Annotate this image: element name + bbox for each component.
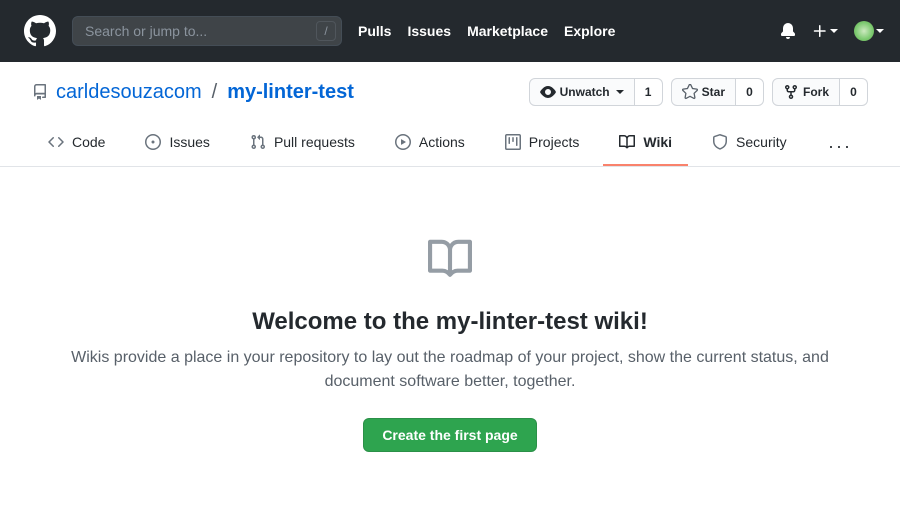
code-icon [48, 134, 64, 150]
project-icon [505, 134, 521, 150]
fork-icon [783, 84, 799, 100]
repo-icon [32, 84, 48, 100]
nav-issues[interactable]: Issues [407, 23, 451, 39]
notifications-button[interactable] [780, 23, 796, 39]
unwatch-button[interactable]: Unwatch [529, 78, 635, 106]
fork-count[interactable]: 0 [840, 78, 868, 106]
watch-count[interactable]: 1 [635, 78, 663, 106]
repo-actions: Unwatch 1 Star 0 Fork 0 [529, 78, 868, 106]
avatar [854, 21, 874, 41]
create-first-page-button[interactable]: Create the first page [363, 418, 536, 452]
repo-title: carldesouzacom / my-linter-test [32, 81, 354, 104]
nav-pulls[interactable]: Pulls [358, 23, 391, 39]
caret-down-icon [830, 29, 838, 33]
tab-issues[interactable]: Issues [129, 126, 225, 166]
primary-nav: Pulls Issues Marketplace Explore [358, 23, 615, 39]
nav-explore[interactable]: Explore [564, 23, 615, 39]
wiki-heading: Welcome to the my-linter-test wiki! [52, 308, 848, 336]
star-count[interactable]: 0 [736, 78, 764, 106]
eye-icon [540, 84, 556, 100]
global-header: / Pulls Issues Marketplace Explore [0, 0, 900, 62]
tab-actions[interactable]: Actions [379, 126, 481, 166]
issue-icon [145, 134, 161, 150]
plus-icon [812, 23, 828, 39]
more-menu[interactable]: ··· [812, 128, 868, 165]
user-menu[interactable] [854, 21, 884, 41]
repo-owner-link[interactable]: carldesouzacom [56, 81, 202, 104]
nav-marketplace[interactable]: Marketplace [467, 23, 548, 39]
star-button[interactable]: Star [671, 78, 736, 106]
global-search: / [72, 16, 342, 46]
tab-security[interactable]: Security [696, 126, 803, 166]
repo-head: carldesouzacom / my-linter-test Unwatch … [0, 62, 900, 167]
fork-button[interactable]: Fork [772, 78, 840, 106]
star-icon [682, 84, 698, 100]
fork-group: Fork 0 [772, 78, 868, 106]
kebab-icon: ··· [828, 136, 852, 156]
repo-nav: Code Issues Pull requests Actions Projec… [32, 126, 868, 166]
star-group: Star 0 [671, 78, 764, 106]
create-new-menu[interactable] [812, 23, 838, 39]
tab-code[interactable]: Code [32, 126, 121, 166]
search-input[interactable] [72, 16, 342, 46]
github-logo[interactable] [24, 15, 56, 47]
separator: / [212, 81, 218, 104]
tab-pull-requests[interactable]: Pull requests [234, 126, 371, 166]
shield-icon [712, 134, 728, 150]
tab-wiki[interactable]: Wiki [603, 126, 688, 166]
star-label: Star [702, 85, 725, 99]
book-large-icon [428, 237, 472, 284]
mark-github-icon [24, 15, 56, 47]
header-right [780, 21, 884, 41]
unwatch-label: Unwatch [560, 85, 610, 99]
pull-request-icon [250, 134, 266, 150]
slash-key-hint: / [316, 21, 336, 41]
wiki-blankslate: Welcome to the my-linter-test wiki! Wiki… [20, 237, 880, 492]
book-icon [619, 134, 635, 150]
bell-icon [780, 23, 796, 39]
wiki-description: Wikis provide a place in your repository… [52, 346, 848, 394]
fork-label: Fork [803, 85, 829, 99]
play-icon [395, 134, 411, 150]
tab-projects[interactable]: Projects [489, 126, 596, 166]
caret-down-icon [616, 90, 624, 94]
repo-name-link[interactable]: my-linter-test [227, 81, 354, 104]
caret-down-icon [876, 29, 884, 33]
watch-group: Unwatch 1 [529, 78, 663, 106]
